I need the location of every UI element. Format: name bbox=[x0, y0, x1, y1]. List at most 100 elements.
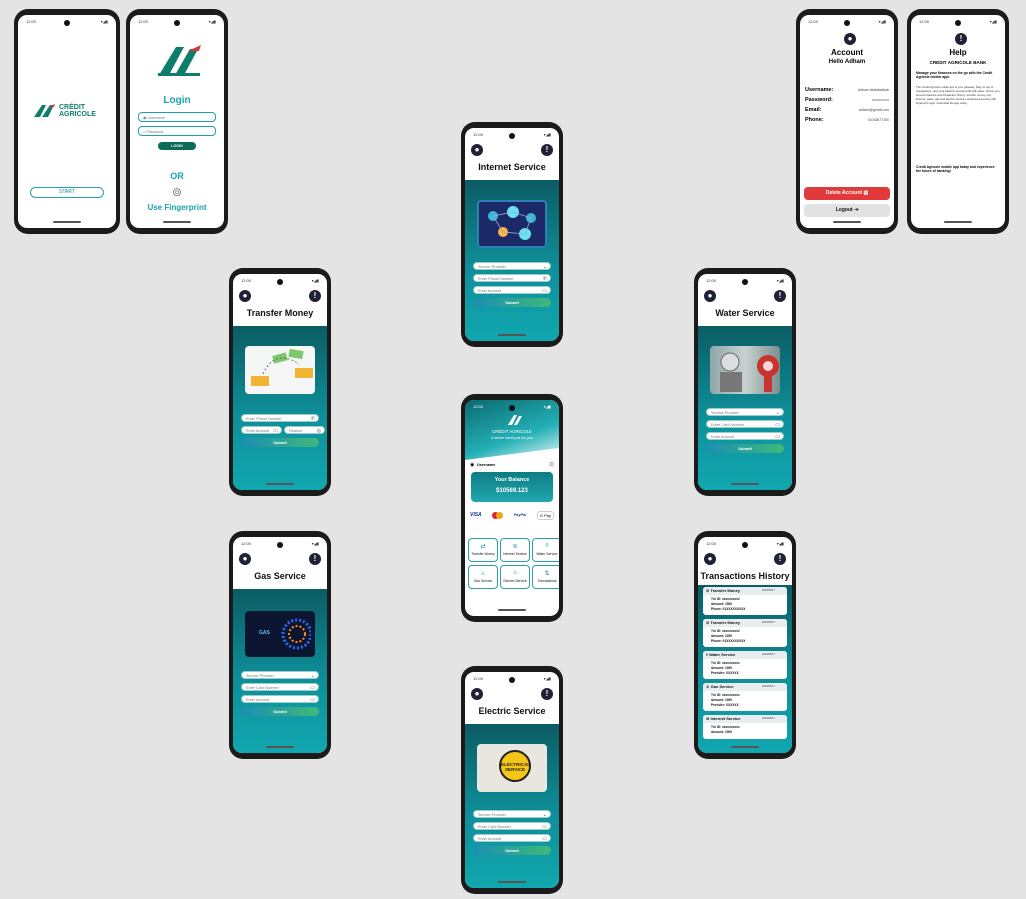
info-icon[interactable]: ! bbox=[774, 290, 786, 302]
water-drop-icon: ◊ bbox=[545, 543, 549, 549]
transaction-card[interactable]: ◊ Water Service 2023/06/17 Trn ID: xxxxxxx… bbox=[703, 651, 787, 679]
chevron-down-icon: ⌄ bbox=[310, 673, 315, 679]
amount-input[interactable]: Enter Amount ▭ bbox=[241, 695, 319, 703]
password-input[interactable]: ⌂ Password bbox=[138, 126, 216, 136]
start-button[interactable]: START bbox=[30, 187, 104, 198]
balance-card: Your Balance $10569.123 bbox=[471, 472, 553, 502]
reason-input[interactable]: Reason ◎ bbox=[284, 426, 325, 434]
username-input[interactable]: ◉ Username bbox=[138, 112, 216, 122]
submit-button[interactable]: Submit bbox=[241, 707, 319, 716]
tile-internet-service[interactable]: ≋ Internet Service bbox=[500, 538, 530, 562]
fingerprint-icon[interactable]: ⊚ bbox=[130, 185, 224, 199]
phone-number-input[interactable]: Enter Phone Number ✆ bbox=[473, 274, 551, 282]
logout-button[interactable]: Logout ⇥ bbox=[804, 204, 890, 217]
transaction-card[interactable]: ♨ Gas Service 2023/06/17 Trn ID: xxxxxxxxx… bbox=[703, 683, 787, 711]
gas-banner-text: GAS bbox=[259, 630, 270, 636]
help-body: The Credit Agricole mobile app is your g… bbox=[916, 85, 1000, 106]
profile-icon[interactable]: ◉ bbox=[470, 462, 474, 468]
info-icon[interactable]: ! bbox=[541, 688, 553, 700]
profile-icon[interactable]: ● bbox=[239, 553, 251, 565]
phone-number-input[interactable]: Enter Phone Number ✆ bbox=[241, 414, 319, 422]
info-icon[interactable]: ! bbox=[309, 290, 321, 302]
transaction-card[interactable]: ≋ Internet Service 2023/06/17 Trn ID: xxxx… bbox=[703, 715, 787, 739]
tile-electric-service[interactable]: ☼ Electric Service bbox=[500, 565, 530, 589]
page-title: Transactions History bbox=[700, 571, 790, 581]
phone-help: 12:00 ▾◢▮ ! Help CREDIT AGRICOLE BANK Man… bbox=[907, 9, 1009, 234]
service-provider-select[interactable]: Service Provider ⌄ bbox=[473, 262, 551, 270]
transfer-screen: 12:00 ▾◢▮ ●! Transfer Money Enter Phone N… bbox=[233, 274, 327, 490]
phone-account: 12:00 ▾◢▮ ● Account Hello Adham Username:… bbox=[796, 9, 898, 234]
content-panel: Service Provider ⌄ Enter Phone Number ✆ En… bbox=[465, 180, 559, 341]
money-icon: ▭ bbox=[542, 288, 547, 294]
submit-button[interactable]: Submit bbox=[241, 438, 319, 447]
phone-splash: 12:00 ▾◢▮ CRÉDIT AGRICOLE START bbox=[14, 9, 120, 234]
phone-transactions: 12:00 ▾◢▮ ●! Transactions History ⊙ Trans… bbox=[694, 531, 796, 759]
fingerprint-button[interactable]: Use Fingerprint bbox=[130, 203, 224, 212]
service-provider-select[interactable]: Service Provider ⌄ bbox=[241, 671, 319, 679]
phone-transfer: 12:00 ▾◢▮ ●! Transfer Money Enter Phone N… bbox=[229, 268, 331, 496]
reason-icon: ◎ bbox=[316, 428, 321, 434]
service-provider-select[interactable]: Service Provider ⌄ bbox=[706, 408, 784, 416]
info-icon[interactable]: ! bbox=[309, 553, 321, 565]
transaction-card[interactable]: ⊙ Transfer Money 2023/06/17 Trn ID: xxxxxx… bbox=[703, 587, 787, 615]
water-screen: 12:00 ▾◢▮ ●! Water Service Service Provid… bbox=[698, 274, 792, 490]
phone-gas: 12:00 ▾◢▮ ●! Gas Service GAS Service Prov… bbox=[229, 531, 331, 759]
account-screen: 12:00 ▾◢▮ ● Account Hello Adham Username:… bbox=[800, 15, 894, 228]
gpay-logo: G Pay bbox=[536, 510, 554, 520]
profile-icon[interactable]: ● bbox=[471, 144, 483, 156]
profile-icon[interactable]: ● bbox=[471, 688, 483, 700]
chevron-down-icon: ⌄ bbox=[775, 410, 780, 416]
home-indicator bbox=[731, 746, 759, 748]
transactions-list: ⊙ Transfer Money 2023/06/17 Trn ID: xxxxxx… bbox=[698, 585, 792, 753]
content-panel: ELECTRICAL SERVICE Service Provider ⌄ Ente… bbox=[465, 724, 559, 888]
submit-button[interactable]: Submit bbox=[473, 298, 551, 307]
tile-gas-service[interactable]: ♨ Gas Service bbox=[468, 565, 498, 589]
tile-transactions[interactable]: ⇅ Transactions bbox=[532, 565, 559, 589]
profile-icon[interactable]: ● bbox=[704, 553, 716, 565]
home-indicator bbox=[944, 221, 972, 223]
settings-icon[interactable]: ⊙ bbox=[549, 461, 554, 468]
profile-icon[interactable]: ● bbox=[704, 290, 716, 302]
card-number-input[interactable]: Enter Card Number ▭ bbox=[241, 683, 319, 691]
money-icon: ▭ bbox=[775, 434, 780, 440]
card-number-input[interactable]: Enter Card Number ▭ bbox=[473, 822, 551, 830]
splash-screen: 12:00 ▾◢▮ CRÉDIT AGRICOLE START bbox=[18, 15, 116, 228]
water-meter-illustration bbox=[710, 346, 780, 394]
login-screen: 12:00 ▾◢▮ Login ◉ Username ⌂ Password LOG… bbox=[130, 15, 224, 228]
transaction-card[interactable]: ⊙ Transfer Money 2023/06/17 Trn ID: xxxxxx… bbox=[703, 619, 787, 647]
profile-icon[interactable]: ● bbox=[239, 290, 251, 302]
card-icon: ▭ bbox=[310, 685, 315, 691]
transactions-screen: 12:00 ▾◢▮ ●! Transactions History ⊙ Trans… bbox=[698, 537, 792, 753]
tile-water-service[interactable]: ◊ Water Service bbox=[532, 538, 559, 562]
card-number-input[interactable]: Enter Card Number ▭ bbox=[706, 420, 784, 428]
paypal-logo: PayPal bbox=[513, 513, 527, 517]
money-icon: ▭ bbox=[542, 836, 547, 842]
tile-transfer-money[interactable]: ⇄ Transfer Money bbox=[468, 538, 498, 562]
home-indicator bbox=[833, 221, 861, 223]
wifi-icon: ≋ bbox=[512, 544, 518, 550]
info-icon[interactable]: ! bbox=[774, 553, 786, 565]
electric-screen: 12:00 ▾◢▮ ●! Electric Service ELECTRICAL S… bbox=[465, 672, 559, 888]
amount-input[interactable]: Enter Amount ▭ bbox=[473, 834, 551, 842]
delete-account-button[interactable]: Delete Account ▥ bbox=[804, 187, 890, 200]
amount-input[interactable]: Enter Amount ▭ bbox=[473, 286, 551, 294]
bulb-icon: ☼ bbox=[512, 570, 518, 576]
money-icon: ▭ bbox=[310, 697, 315, 703]
camera bbox=[509, 677, 515, 683]
camera bbox=[742, 279, 748, 285]
info-icon[interactable]: ! bbox=[541, 144, 553, 156]
electrical-badge: ELECTRICAL SERVICE bbox=[499, 750, 531, 782]
flame-icon: ♨ bbox=[480, 571, 486, 577]
ca-logo-icon bbox=[508, 415, 522, 425]
login-button[interactable]: LOGIN bbox=[158, 142, 196, 150]
valve-icon bbox=[720, 352, 779, 392]
amount-input[interactable]: Enter Amount ▭ bbox=[241, 426, 282, 434]
network-icon bbox=[488, 206, 536, 240]
submit-button[interactable]: Submit bbox=[706, 444, 784, 453]
service-provider-select[interactable]: Service Provider ⌄ bbox=[473, 810, 551, 818]
submit-button[interactable]: Submit bbox=[473, 846, 551, 855]
home-indicator bbox=[266, 746, 294, 748]
username-label: Username bbox=[477, 463, 496, 467]
page-title: Internet Service bbox=[478, 162, 546, 172]
amount-input[interactable]: Enter Amount ▭ bbox=[706, 432, 784, 440]
